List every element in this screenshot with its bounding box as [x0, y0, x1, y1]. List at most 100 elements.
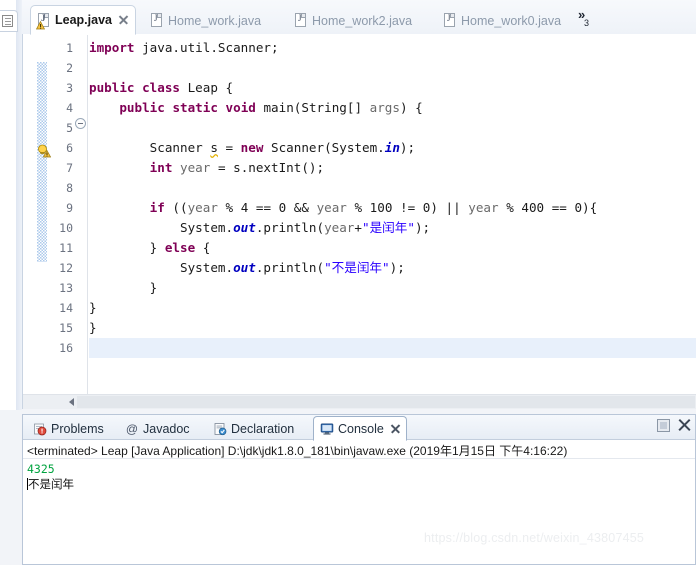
code-token: ) {	[399, 100, 423, 115]
code-token: }	[89, 280, 158, 295]
tab-overflow-chevron-icon[interactable]: » 3	[578, 8, 600, 32]
code-line: }	[89, 298, 696, 318]
code-token: }	[89, 320, 97, 335]
code-token: .println(	[255, 260, 325, 275]
code-token: year	[468, 200, 499, 215]
code-token: static	[172, 100, 218, 115]
code-text-area[interactable]: import java.util.Scanner; public class L…	[89, 38, 696, 378]
code-token: main(String[]	[255, 100, 370, 115]
editor-tab-label: Leap.java	[55, 13, 112, 27]
package-explorer-strip	[0, 0, 22, 410]
code-token: %	[217, 200, 241, 215]
line-number: 10	[59, 221, 73, 235]
code-token: &&	[286, 200, 317, 215]
code-token: import	[89, 40, 135, 55]
close-view-icon[interactable]	[678, 419, 691, 432]
scroll-left-icon[interactable]	[69, 398, 74, 406]
code-line: import java.util.Scanner;	[89, 38, 696, 58]
java-file-warning-icon	[36, 12, 50, 29]
editor-tab-home-work2-java[interactable]: Home_work2.java	[288, 6, 419, 35]
code-token: year	[316, 200, 347, 215]
minimize-view-icon[interactable]	[657, 419, 670, 432]
view-toolbar	[657, 419, 691, 432]
code-line: }	[89, 318, 696, 338]
code-token: int	[149, 160, 173, 175]
code-token: s	[210, 140, 218, 155]
close-icon[interactable]	[118, 15, 128, 25]
editor-tab-label: Home_work2.java	[312, 13, 413, 28]
code-token: ((	[164, 200, 188, 215]
tab-javadoc[interactable]: @ Javadoc	[119, 417, 196, 440]
code-token: "是闰年"	[362, 220, 415, 235]
console-line-stdout: 不是闰年	[27, 477, 691, 492]
declaration-icon	[213, 422, 227, 436]
code-token: );	[414, 220, 431, 235]
line-number: 12	[59, 261, 73, 275]
code-editor[interactable]: 1 2 3 4 5 6 7 8 9 10 11 12 13 14 15 16 i…	[22, 34, 696, 409]
editor-tab-label: Home_work0.java	[461, 13, 562, 28]
console-icon	[320, 422, 334, 436]
tab-label: Javadoc	[143, 421, 190, 436]
package-explorer-tab[interactable]	[0, 10, 18, 32]
code-token: 0	[574, 200, 583, 215]
tab-console[interactable]: Console	[313, 416, 407, 441]
code-line: public static void main(String[] args) {	[89, 98, 696, 118]
line-number: 3	[66, 81, 73, 95]
code-token: {	[195, 240, 211, 255]
scroll-track[interactable]	[77, 396, 695, 408]
eclipse-window: Leap.java Home_work.java Home_work2.java…	[0, 0, 696, 565]
line-number: 5	[66, 121, 73, 135]
close-icon[interactable]	[390, 424, 400, 434]
editor-horizontal-scrollbar[interactable]	[23, 394, 696, 409]
tab-declaration[interactable]: Declaration	[207, 417, 300, 440]
tab-problems[interactable]: Problems	[27, 417, 110, 440]
code-token: in	[384, 140, 400, 155]
line-number: 14	[59, 301, 73, 315]
code-token: %	[498, 200, 522, 215]
editor-tab-home-work0-java[interactable]: Home_work0.java	[437, 6, 568, 35]
code-token: }	[89, 300, 97, 315]
code-line: System.out.println(year+"是闰年");	[89, 218, 696, 238]
line-number: 11	[59, 241, 73, 255]
gutter-separator	[87, 34, 88, 409]
code-line: }	[89, 278, 696, 298]
console-output[interactable]: 4325 不是闰年	[23, 460, 695, 564]
code-fold-collapse-icon[interactable]	[75, 118, 86, 129]
java-file-icon	[150, 13, 163, 28]
editor-tab-label: Home_work.java	[168, 13, 262, 28]
code-token: ){	[582, 200, 598, 215]
code-token: );	[389, 260, 405, 275]
code-token: if	[149, 200, 165, 215]
code-token: System.	[89, 260, 234, 275]
code-line: System.out.println("不是闰年");	[89, 258, 696, 278]
bottom-view-tab-bar: Problems @ Javadoc Declaration Console	[23, 415, 695, 441]
console-line-stdout-text: 不是闰年	[28, 477, 74, 491]
code-line: public class Leap {	[89, 78, 696, 98]
line-number: 8	[66, 181, 73, 195]
editor-tab-bar: Leap.java Home_work.java Home_work2.java…	[22, 0, 696, 35]
code-token: %	[346, 200, 370, 215]
console-launch-header: <terminated> Leap [Java Application] D:\…	[23, 441, 695, 459]
editor-tab-leap-java[interactable]: Leap.java	[30, 5, 136, 35]
code-line: Scanner s = new Scanner(System.in);	[89, 138, 696, 158]
code-token: void	[225, 100, 256, 115]
code-token: .println(	[255, 220, 325, 235]
code-token: "不是闰年"	[324, 260, 390, 275]
editor-tab-home-work-java[interactable]: Home_work.java	[144, 6, 268, 35]
code-token: 400	[521, 200, 545, 215]
editor-marker-column[interactable]	[23, 34, 52, 409]
line-number: 16	[59, 341, 73, 355]
code-token: out	[233, 260, 256, 275]
code-line: } else {	[89, 238, 696, 258]
code-token: new	[240, 140, 264, 155]
changed-lines-indicator	[37, 62, 47, 262]
code-token: class	[142, 80, 181, 95]
code-token: java.util.Scanner;	[134, 40, 279, 55]
console-line-input: 4325	[27, 462, 55, 476]
